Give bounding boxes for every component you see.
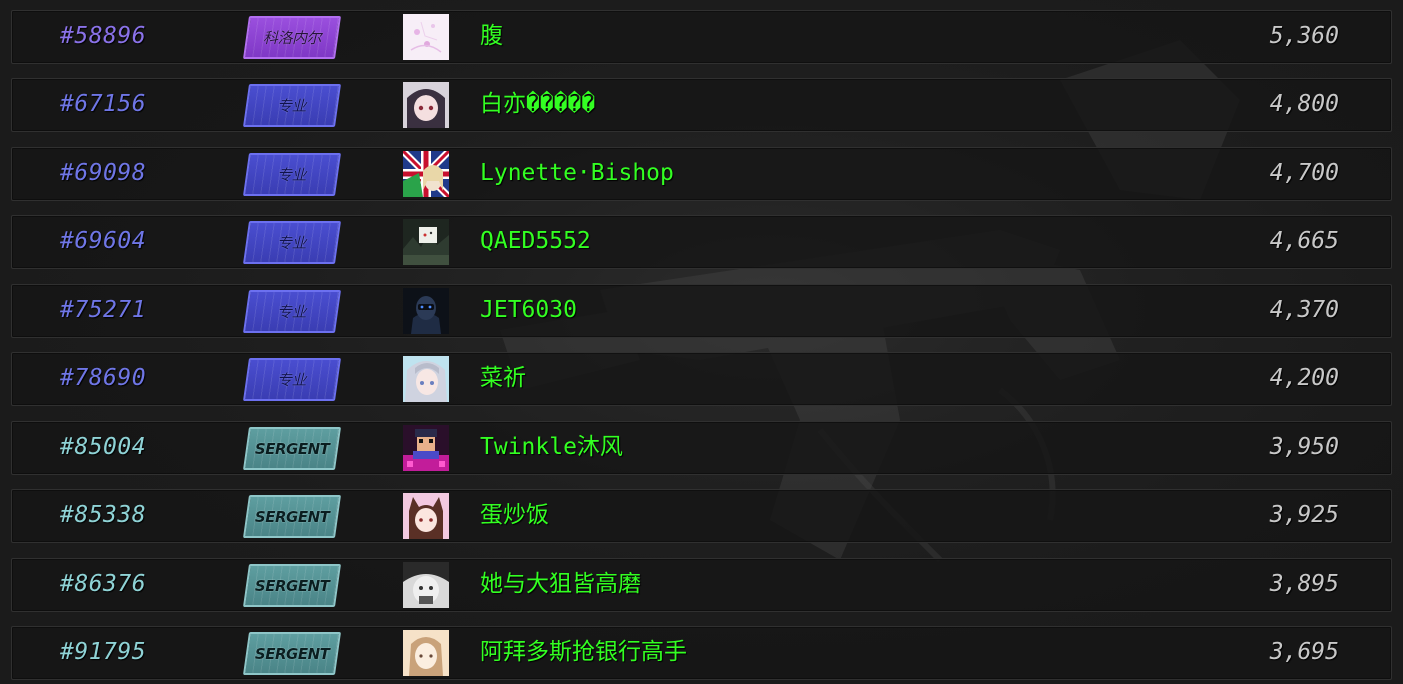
anime-girl-silver-hair-avatar[interactable] bbox=[403, 356, 449, 402]
rank-number: #91795 bbox=[60, 639, 147, 665]
rank-badge-label: 科洛内尔 bbox=[262, 29, 321, 47]
pixel-character-magenta-avatar[interactable] bbox=[403, 425, 449, 471]
player-score: 4,370 bbox=[1269, 297, 1339, 323]
leaderboard-row[interactable]: #75271 专业 JET6030 4,370 bbox=[11, 284, 1392, 338]
leaderboard-row[interactable]: #85004 SERGENT Twinkle沐风 3,950 bbox=[11, 421, 1392, 475]
leaderboard-row[interactable]: #86376 SERGENT 她与大狙皆高磨 3,895 bbox=[11, 558, 1392, 612]
rank-badge-label: 专业 bbox=[277, 303, 307, 321]
rank-badge: 专业 bbox=[242, 358, 342, 401]
rank-badge-label: 专业 bbox=[277, 166, 307, 184]
leaderboard-row[interactable]: #69098 专业 Lynette·Bishop 4,700 bbox=[11, 147, 1392, 201]
union-jack-anime-avatar[interactable] bbox=[403, 151, 449, 197]
rank-badge: SERGENT bbox=[242, 632, 342, 675]
rank-badge-label: SERGENT bbox=[254, 644, 330, 663]
rank-badge-label: SERGENT bbox=[254, 439, 330, 458]
rank-badge: 专业 bbox=[242, 290, 342, 333]
rank-badge: 专业 bbox=[242, 221, 342, 264]
player-name[interactable]: JET6030 bbox=[480, 295, 577, 325]
girl-warm-tone-avatar[interactable] bbox=[403, 630, 449, 676]
pink-sketch-avatar[interactable] bbox=[403, 14, 449, 60]
rank-badge: 科洛内尔 bbox=[242, 16, 342, 59]
player-score: 4,665 bbox=[1269, 228, 1339, 254]
dark-forest-sign-avatar[interactable] bbox=[403, 219, 449, 265]
rank-number: #69098 bbox=[60, 160, 147, 186]
player-name[interactable]: Lynette·Bishop bbox=[480, 158, 674, 188]
rank-badge-label: 专业 bbox=[277, 234, 307, 252]
player-score: 5,360 bbox=[1269, 23, 1339, 49]
player-score: 3,950 bbox=[1269, 434, 1339, 460]
leaderboard-row[interactable]: #91795 SERGENT 阿拜多斯抢银行高手 3,695 bbox=[11, 626, 1392, 680]
player-score: 4,200 bbox=[1269, 365, 1339, 391]
rank-badge: SERGENT bbox=[242, 495, 342, 538]
player-score: 3,925 bbox=[1269, 502, 1339, 528]
rank-badge-label: 专业 bbox=[277, 371, 307, 389]
leaderboard-row[interactable]: #58896 科洛内尔 腹 5,360 bbox=[11, 10, 1392, 64]
rank-badge: 专业 bbox=[242, 84, 342, 127]
rank-number: #85338 bbox=[60, 502, 147, 528]
rank-number: #78690 bbox=[60, 365, 147, 391]
player-name[interactable]: 菜祈 bbox=[480, 363, 526, 393]
rank-badge-label: SERGENT bbox=[254, 576, 330, 595]
player-name[interactable]: 白亦����� bbox=[480, 89, 595, 119]
player-score: 3,695 bbox=[1269, 639, 1339, 665]
player-name[interactable]: 蛋炒饭 bbox=[480, 500, 549, 530]
rank-number: #69604 bbox=[60, 228, 147, 254]
rank-badge: SERGENT bbox=[242, 564, 342, 607]
rank-number: #58896 bbox=[60, 23, 147, 49]
leaderboard-row[interactable]: #67156 专业 白亦����� 4,800 bbox=[11, 78, 1392, 132]
leaderboard-screen: { "colors": { "rank_purple": "#8a72e8", … bbox=[0, 0, 1403, 684]
rank-number: #75271 bbox=[60, 297, 147, 323]
player-name[interactable]: 腹 bbox=[480, 21, 503, 51]
player-name[interactable]: QAED5552 bbox=[480, 226, 591, 256]
player-name[interactable]: Twinkle沐风 bbox=[480, 432, 623, 462]
player-score: 4,700 bbox=[1269, 160, 1339, 186]
player-score: 3,895 bbox=[1269, 571, 1339, 597]
rank-badge: 专业 bbox=[242, 153, 342, 196]
soldier-dark-avatar[interactable] bbox=[403, 288, 449, 334]
leaderboard-list: #58896 科洛内尔 腹 5,360 #67156 专业 白亦����� 4,… bbox=[0, 0, 1403, 684]
player-name[interactable]: 阿拜多斯抢银行高手 bbox=[480, 637, 687, 667]
player-score: 4,800 bbox=[1269, 91, 1339, 117]
rank-badge-label: SERGENT bbox=[254, 507, 330, 526]
rank-number: #85004 bbox=[60, 434, 147, 460]
leaderboard-row[interactable]: #85338 SERGENT 蛋炒饭 3,925 bbox=[11, 489, 1392, 543]
rank-number: #86376 bbox=[60, 571, 147, 597]
grayscale-face-avatar[interactable] bbox=[403, 562, 449, 608]
anime-girl-dark-hair-avatar[interactable] bbox=[403, 82, 449, 128]
rank-badge-label: 专业 bbox=[277, 97, 307, 115]
catgirl-pink-avatar[interactable] bbox=[403, 493, 449, 539]
leaderboard-row[interactable]: #78690 专业 菜祈 4,200 bbox=[11, 352, 1392, 406]
player-name[interactable]: 她与大狙皆高磨 bbox=[480, 569, 641, 599]
rank-badge: SERGENT bbox=[242, 427, 342, 470]
leaderboard-row[interactable]: #69604 专业 QAED5552 4,665 bbox=[11, 215, 1392, 269]
rank-number: #67156 bbox=[60, 91, 147, 117]
